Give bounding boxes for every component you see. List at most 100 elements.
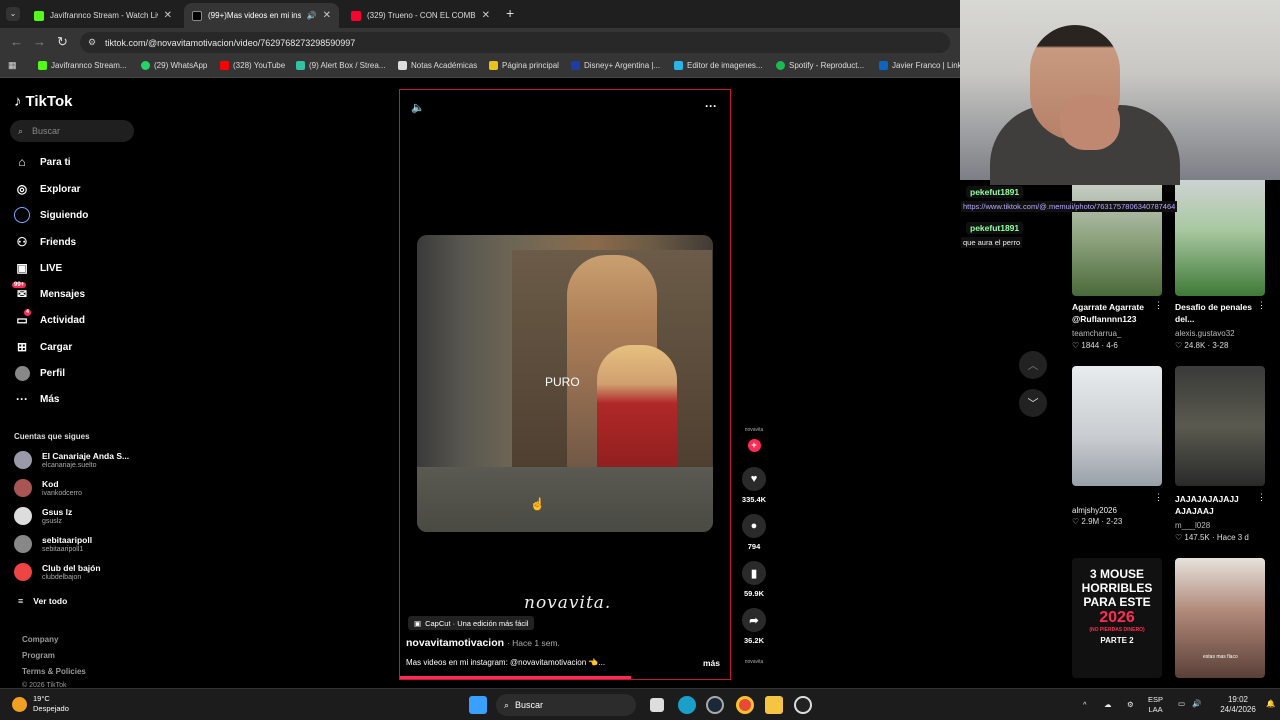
options-icon[interactable]: ⋮ [1257, 300, 1266, 311]
author-avatar[interactable]: novavita + [739, 427, 769, 452]
nav-cargar[interactable]: ⊞ Cargar [14, 339, 72, 355]
bookmark-youtube[interactable]: (328) YouTube [220, 61, 285, 70]
notification-icon[interactable]: 🔔 [1266, 699, 1275, 709]
share-button[interactable]: ➦ 36.2K [739, 608, 769, 645]
following-account[interactable]: El Canariaje Anda S... elcanariaje.suelto [14, 451, 129, 469]
related-video-user[interactable]: alexis.gustavo32 [1175, 329, 1235, 338]
reload-icon[interactable]: ↻ [57, 34, 68, 50]
bookmark-spotify[interactable]: Spotify - Reproduct... [776, 61, 864, 70]
nav-siguiendo[interactable]: Siguiendo [14, 207, 88, 223]
steam-icon[interactable] [706, 696, 724, 714]
related-video-user[interactable]: m___l028 [1175, 521, 1210, 530]
bookmark-editor[interactable]: Editor de imagenes... [674, 61, 763, 70]
see-all-link[interactable]: ≡ Ver todo [18, 596, 67, 606]
clock[interactable]: 19:02 24/4/2026 [1212, 695, 1264, 715]
forward-icon[interactable]: → [33, 34, 46, 49]
bookmark-pagina[interactable]: Página principal [489, 61, 559, 70]
nav-para-ti[interactable]: ⌂ Para ti [14, 154, 70, 170]
related-video-thumb[interactable]: estas mas flaco [1175, 558, 1265, 678]
search-input[interactable]: ⌕ Buscar [10, 120, 134, 142]
bookmark-linkedin[interactable]: Javier Franco | Link... [879, 61, 968, 70]
close-icon[interactable]: ✕ [482, 10, 490, 21]
tab-kick-stream[interactable]: Javifrannco Stream - Watch Live ✕ [26, 3, 180, 28]
follow-plus-icon[interactable]: + [747, 439, 761, 452]
following-account[interactable]: Gsus lz gsuslz [14, 507, 72, 525]
nav-actividad[interactable]: ▭ 4 Actividad [14, 309, 85, 328]
capcut-badge[interactable]: ▣ CapCut · Una edición más fácil [408, 616, 535, 630]
volume-icon[interactable]: 🔈 [411, 101, 425, 114]
related-video-thumb[interactable] [1072, 366, 1162, 486]
sound-disc[interactable]: novavita [739, 659, 769, 665]
task-view-icon[interactable] [650, 698, 664, 712]
video-more-link[interactable]: más [703, 658, 720, 668]
save-button[interactable]: ▮ 59.9K [739, 561, 769, 598]
nav-mensajes[interactable]: ✉ 99+ Mensajes [12, 282, 85, 302]
nav-perfil[interactable]: Perfil [14, 365, 65, 381]
nav-live[interactable]: ▣ LIVE [14, 260, 62, 276]
edge-icon[interactable] [678, 696, 696, 714]
tray-settings-icon[interactable]: ⚙ [1127, 700, 1134, 710]
nav-friends[interactable]: ⚇ Friends [14, 234, 77, 250]
options-icon[interactable]: ⋮ [1154, 492, 1163, 503]
bookmark-whatsapp[interactable]: (29) WhatsApp [141, 61, 207, 70]
footer-program[interactable]: Program [22, 651, 55, 660]
bookmark-disney[interactable]: Disney+ Argentina |... [571, 61, 660, 70]
options-icon[interactable]: ⋮ [1257, 492, 1266, 503]
windows-start-icon[interactable] [469, 696, 487, 714]
video-progress-bar[interactable] [400, 676, 631, 679]
related-video-thumb[interactable] [1072, 176, 1162, 296]
network-icon[interactable]: ▭ [1178, 699, 1185, 709]
comment-button[interactable]: ● 794 [739, 514, 769, 551]
footer-company[interactable]: Company [22, 635, 58, 644]
following-account[interactable]: Kod ivankodcerro [14, 479, 82, 497]
tab-tiktok[interactable]: (99+)Mas videos en mi insta... 🔊 ✕ [184, 3, 339, 28]
following-account[interactable]: Club del bajón clubdelbajon [14, 563, 101, 581]
back-icon[interactable]: ← [10, 34, 23, 49]
previous-video-button[interactable]: ︿ [1019, 351, 1047, 379]
related-video-caption[interactable]: JAJAJAJAJAJJ AJAJAAJ [1175, 493, 1260, 517]
related-video-caption[interactable]: Agarrate Agarrate @Ruflannnn123 [1072, 301, 1157, 325]
language-indicator[interactable]: ESP LAA [1148, 695, 1163, 715]
video-brand-watermark: novavita. [524, 593, 612, 613]
tray-chevron-icon[interactable]: ^ [1083, 700, 1087, 710]
file-explorer-icon[interactable] [765, 696, 783, 714]
following-account[interactable]: sebitaaripoll sebitaaripoll1 [14, 535, 92, 553]
chrome-icon[interactable] [736, 696, 754, 714]
bookmark-kick[interactable]: Javifrannco Stream... [38, 61, 127, 70]
speaker-icon[interactable]: 🔊 [307, 11, 317, 20]
related-video-thumb[interactable] [1175, 176, 1265, 296]
tiktok-logo[interactable]: ♪ TikTok [14, 93, 72, 110]
tab-youtube[interactable]: (329) Trueno - CON EL COMBO ✕ [343, 3, 498, 28]
related-video-thumb[interactable]: 3 MOUSE HORRIBLES PARA ESTE 2026 (NO PIE… [1072, 558, 1162, 678]
address-bar[interactable]: ⚙ tiktok.com/@novavitamotivacion/video/7… [80, 32, 950, 53]
nav-explorar[interactable]: ◎ Explorar [14, 181, 81, 197]
close-icon[interactable]: ✕ [164, 10, 172, 21]
weather-widget[interactable]: 19°C Despejado [12, 694, 69, 714]
taskbar: 19°C Despejado ⌕ Buscar ^ ☁ ⚙ ESP LAA ▭ 🔊 1… [0, 688, 1280, 720]
following-title: Cuentas que sigues [14, 432, 90, 441]
site-info-icon[interactable]: ⚙ [88, 37, 96, 48]
related-video-user[interactable]: almjshy2026 [1072, 506, 1117, 515]
next-video-button[interactable]: ﹀ [1019, 389, 1047, 417]
obs-icon[interactable] [794, 696, 812, 714]
footer-terms[interactable]: Terms & Policies [22, 667, 86, 676]
video-more-icon[interactable]: ··· [705, 99, 717, 113]
nav-mas[interactable]: ··· Más [14, 391, 59, 407]
related-video-user[interactable]: teamcharrua_ [1072, 329, 1121, 338]
tab-search-button[interactable]: ⌄ [6, 7, 20, 21]
bookmark-alertbox[interactable]: (9) Alert Box / Strea... [296, 61, 385, 70]
taskbar-search[interactable]: ⌕ Buscar [496, 694, 636, 716]
apps-icon[interactable]: ▦ [8, 60, 17, 71]
options-icon[interactable]: ⋮ [1154, 300, 1163, 311]
volume-icon[interactable]: 🔊 [1192, 699, 1201, 709]
related-video-caption[interactable]: Desafio de penales del... [1175, 301, 1255, 325]
video-author[interactable]: novavitamotivacion · Hace 1 sem. [406, 637, 560, 649]
bookmark-notas[interactable]: Notas Académicas [398, 61, 477, 70]
chevron-up-icon: ︿ [1027, 360, 1039, 372]
youtube-icon [351, 10, 361, 21]
like-button[interactable]: ♥ 335.4K [739, 467, 769, 504]
cloud-icon[interactable]: ☁ [1104, 700, 1112, 710]
close-icon[interactable]: ✕ [323, 10, 331, 21]
new-tab-button[interactable]: + [506, 5, 514, 21]
related-video-thumb[interactable] [1175, 366, 1265, 486]
